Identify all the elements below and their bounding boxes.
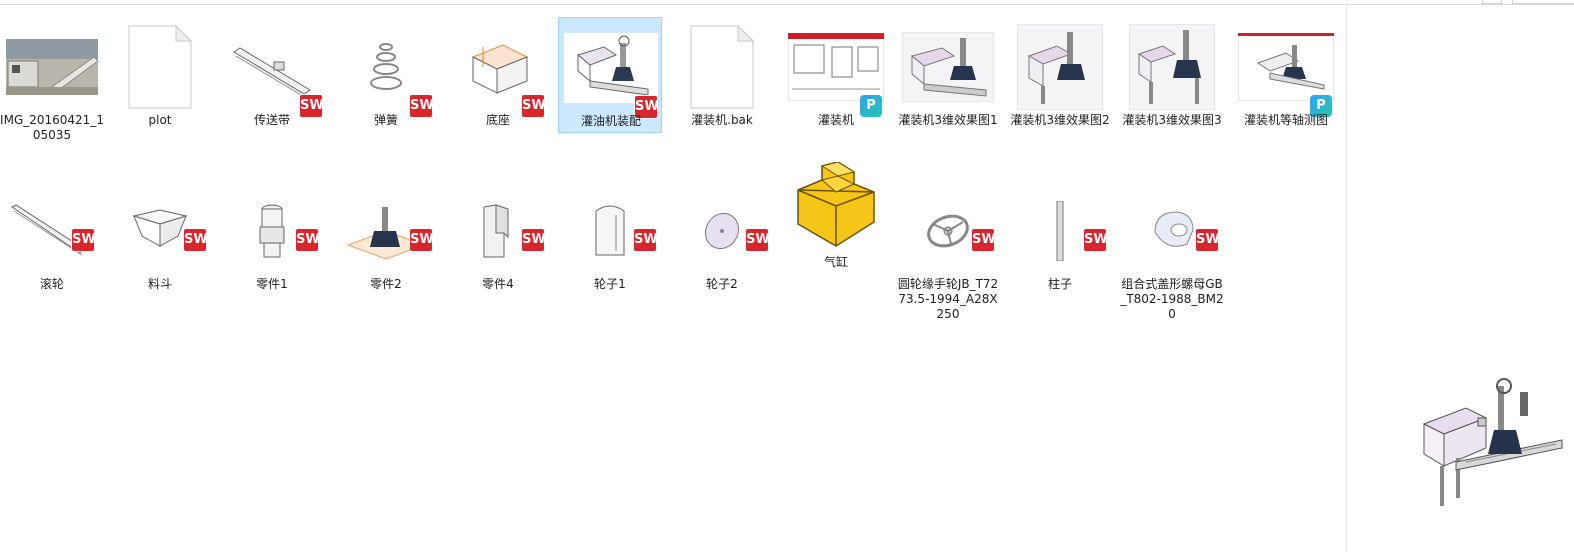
solidworks-badge-icon: SW	[72, 229, 96, 251]
file-item[interactable]: SW 零件2	[334, 181, 438, 297]
toolbar-button-edge[interactable]	[1482, 0, 1502, 4]
search-box-edge[interactable]	[1512, 0, 1574, 4]
file-label: 弹簧	[373, 113, 398, 127]
file-list-pane: IMG_20160421_105035 plot SW 传送带 SW 弹簧 SW…	[0, 5, 1346, 552]
solidworks-badge-icon: SW	[1084, 229, 1108, 251]
file-item[interactable]: SW 料斗	[108, 181, 212, 297]
file-label: IMG_20160421_105035	[0, 113, 104, 142]
file-label: 气缸	[823, 255, 848, 269]
blank-file-icon	[110, 21, 210, 113]
file-label: 零件4	[482, 277, 514, 291]
solidworks-badge-icon: SW	[184, 229, 208, 251]
file-item[interactable]: IMG_20160421_105035	[0, 17, 104, 142]
file-label: 组合式盖形螺母GB_T802-1988_BM20	[1120, 277, 1224, 321]
cylinder-block-icon	[786, 155, 886, 255]
file-item[interactable]: SW 零件4	[446, 181, 550, 297]
solidworks-badge-icon: SW	[1196, 229, 1220, 251]
filling-machine-preview-icon	[1422, 378, 1563, 506]
file-label: 圆轮缘手轮JB_T7273.5-1994_A28X250	[897, 277, 999, 321]
file-item[interactable]: SW 轮子1	[558, 181, 662, 297]
file-item[interactable]: SW 底座	[446, 17, 550, 133]
preview-pane-image	[1416, 378, 1566, 518]
solidworks-badge-icon: SW	[522, 229, 546, 251]
blank-file-icon	[672, 21, 772, 113]
file-label: 料斗	[147, 277, 172, 291]
file-item[interactable]: 灌装机3维效果图3	[1120, 17, 1224, 133]
file-item[interactable]: P 灌装机	[784, 17, 888, 133]
file-label: 灌装机3维效果图2	[1010, 113, 1110, 127]
file-item[interactable]: 灌装机.bak	[670, 17, 774, 133]
solidworks-badge-icon: SW	[634, 229, 658, 251]
file-label: 零件2	[370, 277, 402, 291]
file-item[interactable]: plot	[108, 17, 212, 133]
file-item[interactable]: SW 组合式盖形螺母GB_T802-1988_BM20	[1120, 181, 1224, 321]
file-label: 柱子	[1047, 277, 1072, 291]
file-item[interactable]: P 灌装机等轴测图	[1234, 17, 1338, 133]
file-label: 轮子1	[594, 277, 626, 291]
file-item[interactable]: SW 传送带	[220, 17, 324, 133]
file-label: 灌油机装配	[580, 114, 641, 128]
file-label: 灌装机3维效果图3	[1122, 113, 1222, 127]
file-item[interactable]: SW 零件1	[220, 181, 324, 297]
file-item[interactable]: 灌装机3维效果图1	[896, 17, 1000, 133]
file-item[interactable]: 灌装机3维效果图2	[1008, 17, 1112, 133]
file-label: plot	[148, 113, 172, 127]
solidworks-badge-icon: SW	[410, 229, 434, 251]
file-label: 灌装机等轴测图	[1243, 113, 1328, 127]
file-item[interactable]: SW 柱子	[1008, 181, 1112, 297]
render-thumbnail	[1010, 21, 1110, 113]
solidworks-badge-icon: SW	[296, 229, 320, 251]
file-label: 滚轮	[39, 277, 64, 291]
file-item[interactable]: SW 轮子2	[670, 181, 774, 297]
file-label: 底座	[485, 113, 510, 127]
file-label: 灌装机.bak	[691, 113, 753, 127]
file-label: 传送带	[253, 113, 290, 127]
render-thumbnail	[898, 21, 998, 113]
pane-divider[interactable]	[1346, 5, 1347, 552]
file-label: 灌装机	[817, 113, 854, 127]
file-label: 灌装机3维效果图1	[898, 113, 998, 127]
photo-thumbnail	[2, 21, 102, 113]
file-label: 轮子2	[706, 277, 738, 291]
solidworks-badge-icon: SW	[746, 229, 770, 251]
file-item[interactable]: 气缸	[784, 153, 888, 277]
solidworks-badge-icon: SW	[972, 229, 996, 251]
file-item-selected[interactable]: SW 灌油机装配	[558, 17, 662, 133]
file-item[interactable]: SW 圆轮缘手轮JB_T7273.5-1994_A28X250	[896, 181, 1000, 321]
file-item[interactable]: SW 滚轮	[0, 181, 104, 297]
render-thumbnail	[1122, 21, 1222, 113]
file-item[interactable]: SW 弹簧	[334, 17, 438, 133]
file-label: 零件1	[256, 277, 288, 291]
